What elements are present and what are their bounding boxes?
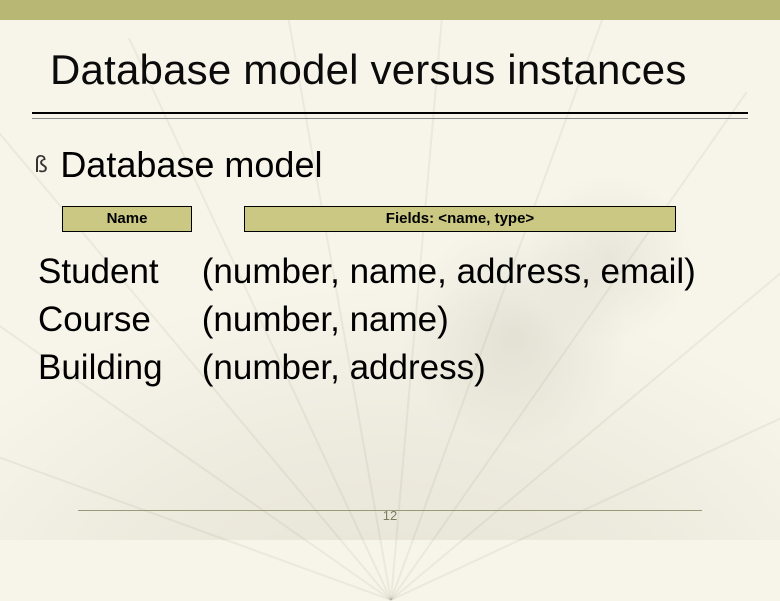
fan-rib: [0, 387, 391, 601]
model-name: Student: [38, 248, 192, 296]
label-box-fields: Fields: <name, type>: [244, 206, 676, 232]
model-fields: (number, address): [202, 344, 486, 392]
page-number: 12: [0, 508, 780, 523]
label-box-name: Name: [62, 206, 192, 232]
title-rule-primary: [32, 112, 748, 114]
bullet-arrow-icon: ß: [34, 153, 48, 178]
top-accent-bar: [0, 0, 780, 20]
bullet-text: Database model: [60, 144, 322, 185]
model-row: Building (number, address): [38, 344, 742, 392]
model-fields: (number, name, address, email): [202, 248, 696, 296]
model-fields: (number, name): [202, 296, 449, 344]
slide-title-wrap: Database model versus instances: [50, 46, 730, 94]
bullet-row: ß Database model: [34, 144, 322, 186]
model-row: Course (number, name): [38, 296, 742, 344]
model-name: Building: [38, 344, 192, 392]
title-rule-secondary: [32, 118, 748, 119]
slide-title: Database model versus instances: [50, 46, 687, 93]
model-list: Student (number, name, address, email) C…: [38, 248, 742, 392]
model-name: Course: [38, 296, 192, 344]
model-row: Student (number, name, address, email): [38, 248, 742, 296]
